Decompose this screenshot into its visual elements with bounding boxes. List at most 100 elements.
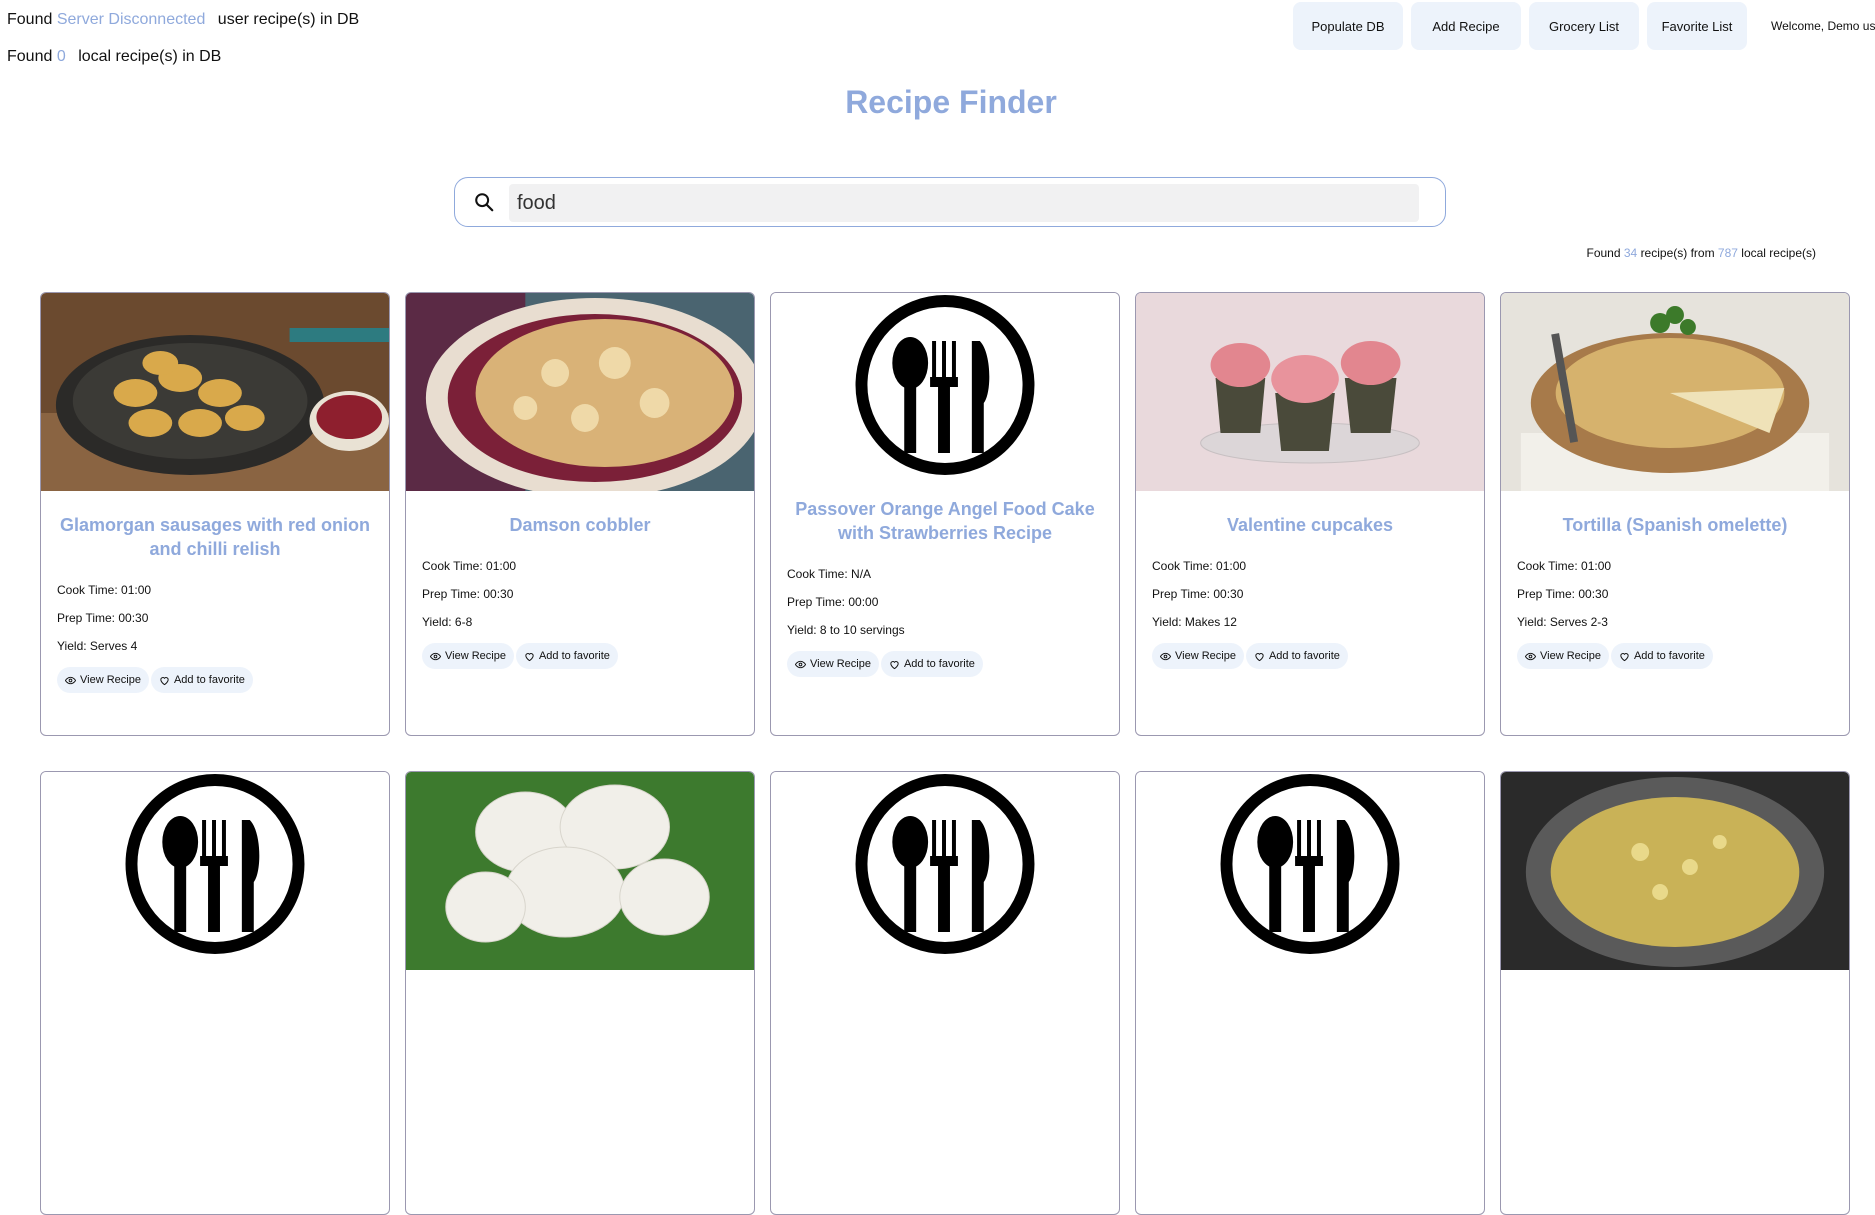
- cook-time-value: 01:00: [1581, 559, 1612, 573]
- cook-time-label: Cook Time:: [787, 567, 848, 581]
- user-recipe-status: Found Server Disconnected user recipe(s)…: [7, 11, 359, 29]
- recipe-image: [41, 293, 389, 491]
- eye-icon: [795, 660, 806, 668]
- results-middle: recipe(s) from: [1640, 246, 1715, 260]
- add-recipe-button[interactable]: Add Recipe: [1411, 2, 1521, 50]
- yield-label: Yield:: [422, 615, 452, 629]
- prep-time-label: Prep Time:: [57, 611, 116, 625]
- cook-time-label: Cook Time:: [57, 583, 118, 597]
- add-to-favorite-button[interactable]: Add to favorite: [1610, 643, 1713, 669]
- eye-icon: [65, 676, 76, 684]
- prep-time-value: 00:30: [118, 611, 149, 625]
- recipe-card: [405, 771, 755, 1215]
- recipe-title[interactable]: Valentine cupcakes: [1140, 513, 1480, 537]
- cook-time: Cook Time: N/A: [787, 567, 1119, 581]
- add-to-favorite-label: Add to favorite: [538, 650, 610, 662]
- prep-time-label: Prep Time:: [787, 595, 846, 609]
- add-to-favorite-button[interactable]: Add to favorite: [150, 667, 253, 693]
- card-actions: View Recipe Add to favorite: [41, 667, 389, 693]
- yield-value: 6-8: [454, 615, 473, 629]
- results-total: 787: [1717, 246, 1738, 260]
- server-status-value: Server Disconnected: [56, 11, 206, 28]
- recipe-image: [1136, 293, 1484, 491]
- view-recipe-button[interactable]: View Recipe: [422, 643, 514, 669]
- view-recipe-button[interactable]: View Recipe: [787, 651, 879, 677]
- cook-time-value: 01:00: [121, 583, 152, 597]
- prep-time: Prep Time: 00:30: [422, 587, 754, 601]
- yield: Yield: Makes 12: [1152, 615, 1484, 629]
- add-to-favorite-label: Add to favorite: [173, 674, 245, 686]
- recipe-image: [406, 293, 754, 491]
- search-input[interactable]: [509, 184, 1419, 222]
- view-recipe-label: View Recipe: [445, 650, 506, 662]
- placeholder-utensils-image: [771, 293, 1119, 491]
- search-bar: [454, 177, 1446, 227]
- add-to-favorite-button[interactable]: Add to favorite: [1245, 643, 1348, 669]
- recipe-card: Valentine cupcakes Cook Time: 01:00 Prep…: [1135, 292, 1485, 736]
- recipe-card: Passover Orange Angel Food Cake with Str…: [770, 292, 1120, 736]
- yield-label: Yield:: [787, 623, 817, 637]
- page-title: Recipe Finder: [845, 84, 1057, 120]
- recipe-meta: Cook Time: 01:00 Prep Time: 00:30 Yield:…: [406, 559, 754, 629]
- cook-time-value: 01:00: [1216, 559, 1247, 573]
- card-actions: View Recipe Add to favorite: [771, 651, 1119, 677]
- add-to-favorite-button[interactable]: Add to favorite: [880, 651, 983, 677]
- recipe-meta: Cook Time: 01:00 Prep Time: 00:30 Yield:…: [1136, 559, 1484, 629]
- cook-time: Cook Time: 01:00: [57, 583, 389, 597]
- yield: Yield: Serves 4: [57, 639, 389, 653]
- cook-time: Cook Time: 01:00: [422, 559, 754, 573]
- view-recipe-label: View Recipe: [1540, 650, 1601, 662]
- cook-time-label: Cook Time:: [1152, 559, 1213, 573]
- recipe-card: [1500, 771, 1850, 1215]
- view-recipe-label: View Recipe: [1175, 650, 1236, 662]
- recipe-title[interactable]: Passover Orange Angel Food Cake with Str…: [775, 497, 1115, 545]
- cook-time-value: N/A: [851, 567, 872, 581]
- status-user-suffix: user recipe(s) in DB: [217, 11, 360, 28]
- recipe-image: [1501, 772, 1849, 970]
- eye-icon: [1525, 652, 1536, 660]
- add-to-favorite-label: Add to favorite: [903, 658, 975, 670]
- populate-db-button[interactable]: Populate DB: [1293, 2, 1403, 50]
- add-to-favorite-button[interactable]: Add to favorite: [515, 643, 618, 669]
- recipe-meta: Cook Time: 01:00 Prep Time: 00:30 Yield:…: [1501, 559, 1849, 629]
- view-recipe-button[interactable]: View Recipe: [1152, 643, 1244, 669]
- recipe-title[interactable]: Glamorgan sausages with red onion and ch…: [45, 513, 385, 561]
- heart-icon: [890, 660, 899, 669]
- prep-time: Prep Time: 00:00: [787, 595, 1119, 609]
- yield-value: Serves 2-3: [1549, 615, 1608, 629]
- recipe-card: [770, 771, 1120, 1215]
- yield-label: Yield:: [1517, 615, 1547, 629]
- prep-time: Prep Time: 00:30: [57, 611, 389, 625]
- recipe-card: Damson cobbler Cook Time: 01:00 Prep Tim…: [405, 292, 755, 736]
- view-recipe-label: View Recipe: [80, 674, 141, 686]
- results-summary: Found 34 recipe(s) from 787 local recipe…: [1586, 246, 1816, 260]
- recipe-card: Tortilla (Spanish omelette) Cook Time: 0…: [1500, 292, 1850, 736]
- recipe-image: [406, 772, 754, 970]
- add-to-favorite-label: Add to favorite: [1633, 650, 1705, 662]
- cook-time-label: Cook Time:: [1517, 559, 1578, 573]
- cook-time: Cook Time: 01:00: [1517, 559, 1849, 573]
- top-navigation: Populate DB Add Recipe Grocery List Favo…: [1293, 2, 1875, 50]
- yield-value: Serves 4: [89, 639, 138, 653]
- prep-time: Prep Time: 00:30: [1517, 587, 1849, 601]
- yield-value: Makes 12: [1184, 615, 1237, 629]
- heart-icon: [525, 652, 534, 661]
- recipe-card: Glamorgan sausages with red onion and ch…: [40, 292, 390, 736]
- recipe-title[interactable]: Tortilla (Spanish omelette): [1505, 513, 1845, 537]
- yield: Yield: Serves 2-3: [1517, 615, 1849, 629]
- results-suffix: local recipe(s): [1741, 246, 1816, 260]
- add-to-favorite-label: Add to favorite: [1268, 650, 1340, 662]
- yield: Yield: 8 to 10 servings: [787, 623, 1119, 637]
- search-icon: [475, 193, 494, 212]
- prep-time: Prep Time: 00:30: [1152, 587, 1484, 601]
- card-actions: View Recipe Add to favorite: [406, 643, 754, 669]
- view-recipe-button[interactable]: View Recipe: [1517, 643, 1609, 669]
- results-prefix: Found: [1586, 246, 1621, 260]
- recipe-title[interactable]: Damson cobbler: [410, 513, 750, 537]
- favorite-list-button[interactable]: Favorite List: [1647, 2, 1747, 50]
- recipe-image: [1501, 293, 1849, 491]
- heart-icon: [160, 676, 169, 685]
- grocery-list-button[interactable]: Grocery List: [1529, 2, 1639, 50]
- yield-label: Yield:: [1152, 615, 1182, 629]
- view-recipe-button[interactable]: View Recipe: [57, 667, 149, 693]
